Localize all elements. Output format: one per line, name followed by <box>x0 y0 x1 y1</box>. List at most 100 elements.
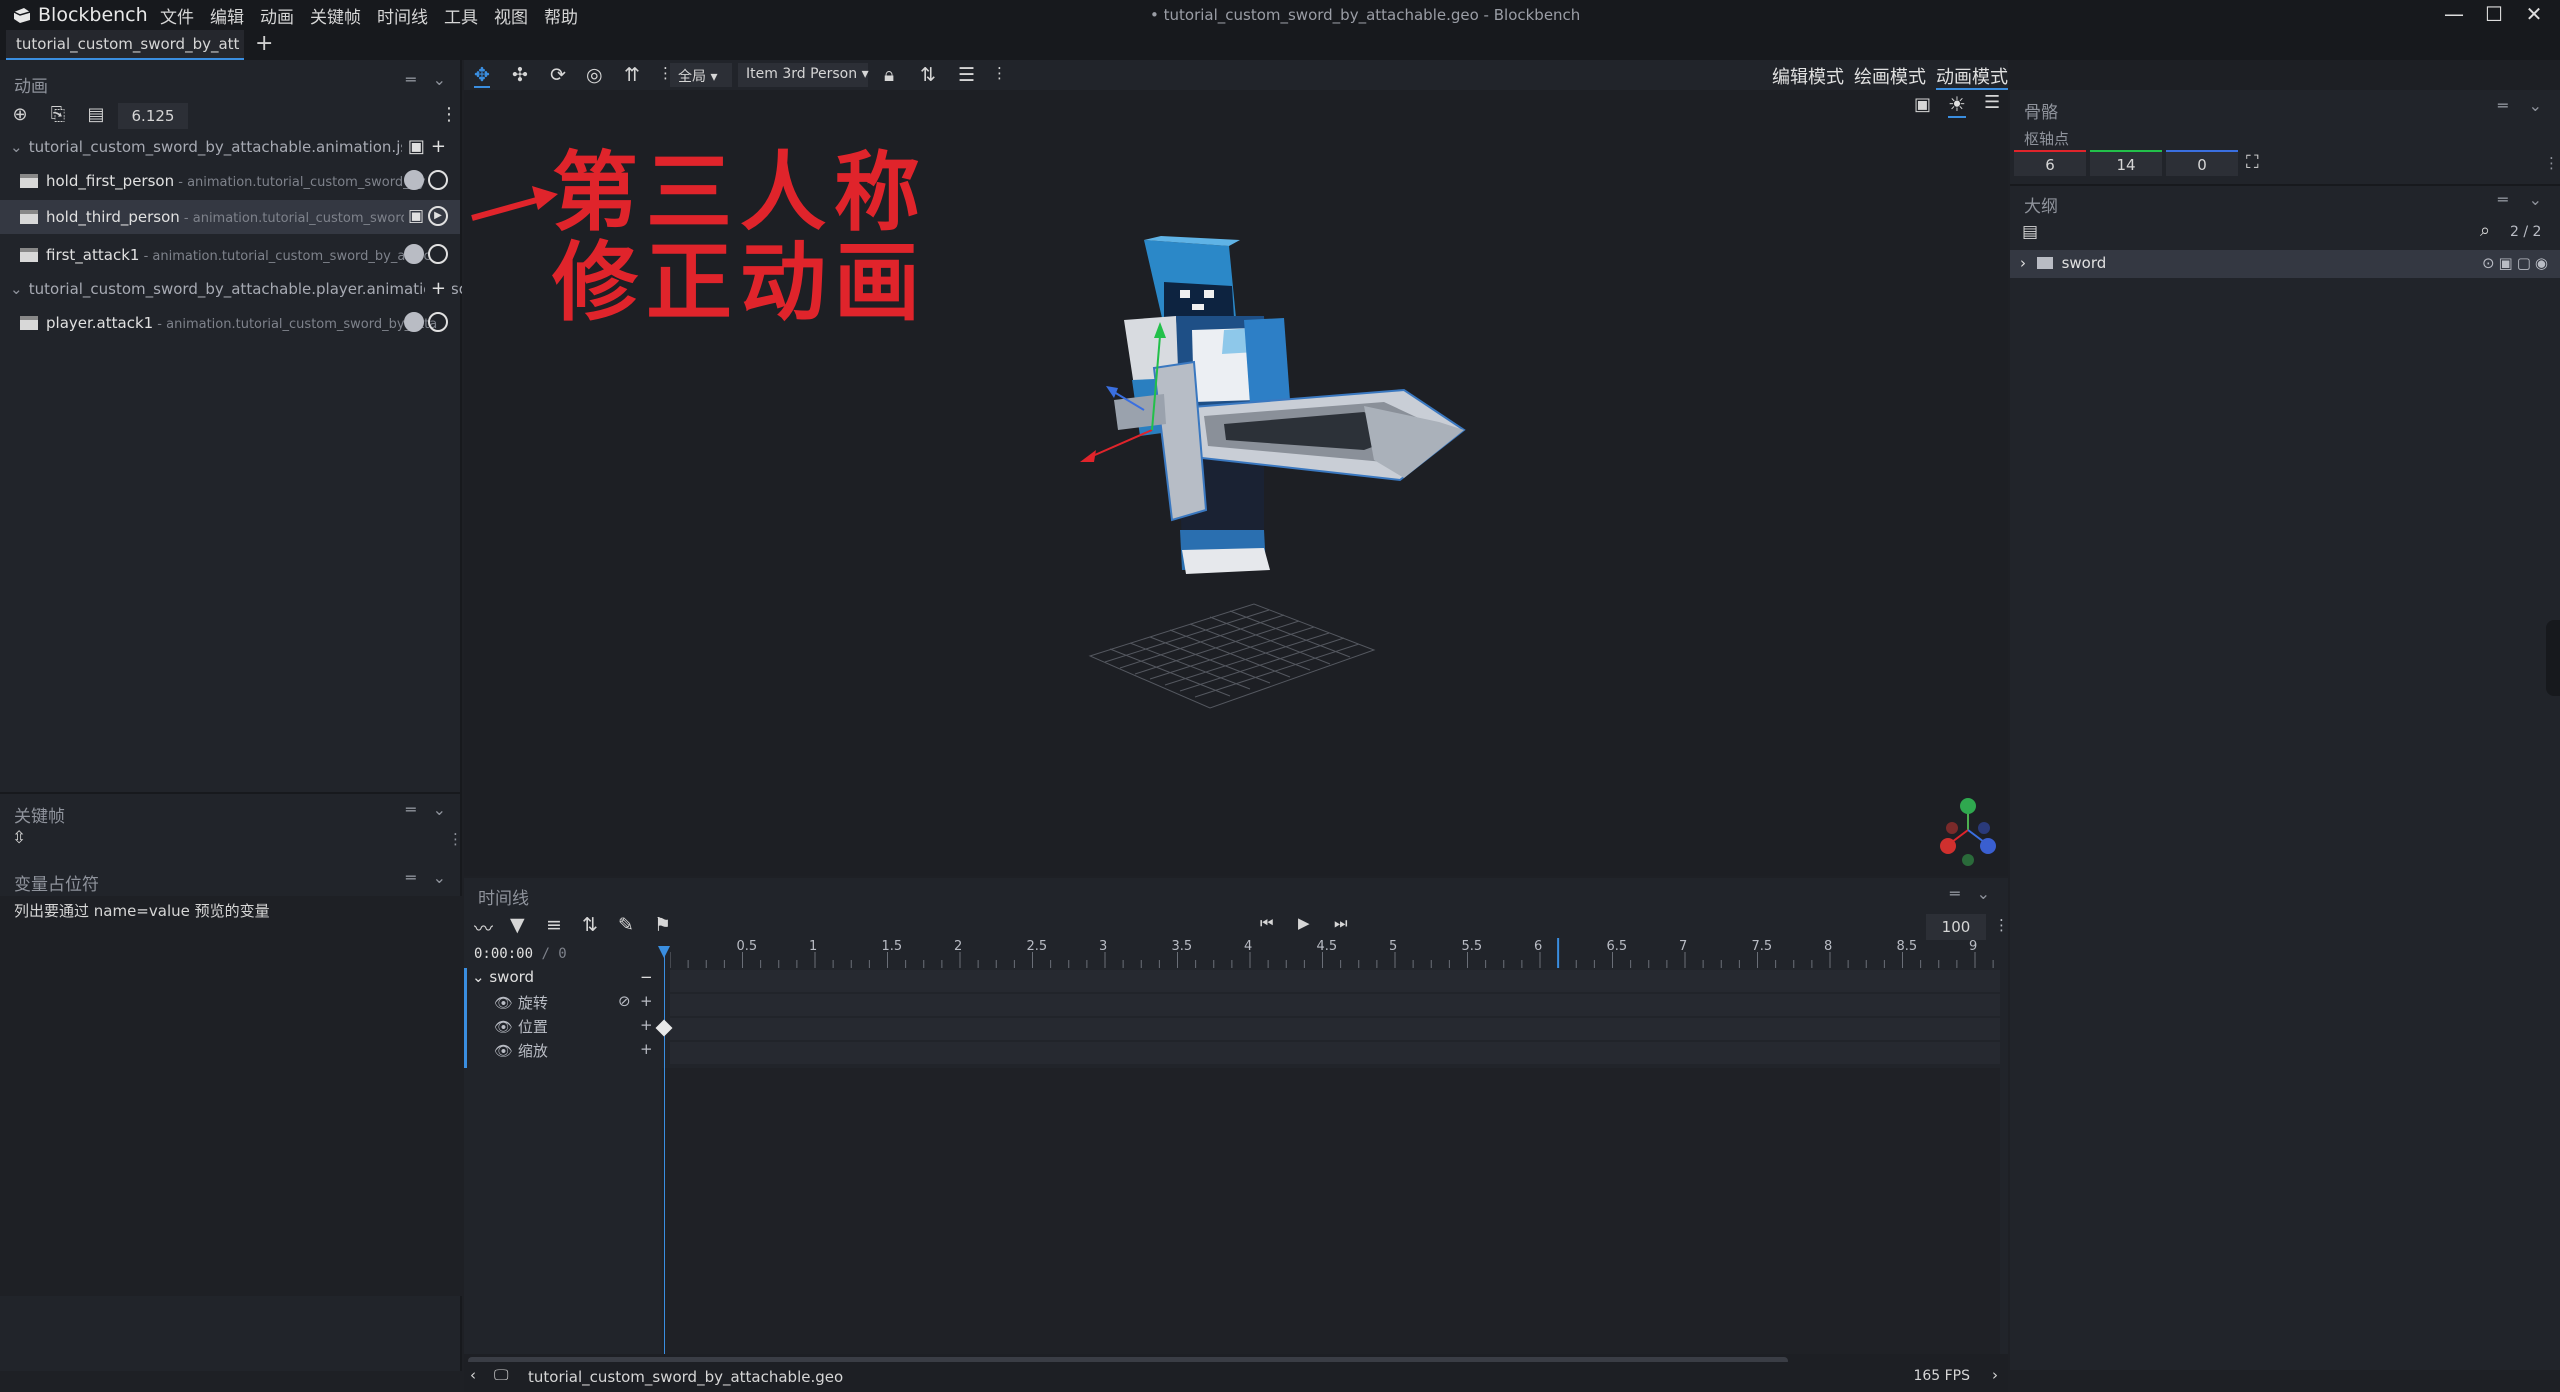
animation-id: - animation.tutorial_custom_sword_by_att… <box>153 317 438 332</box>
load-file-icon[interactable]: ▤ <box>84 104 108 128</box>
minimize-icon[interactable]: — <box>2434 2 2474 28</box>
check-circle-icon[interactable] <box>404 244 424 264</box>
search-icon[interactable]: ⌕ <box>2480 220 2490 241</box>
play-circle-icon[interactable] <box>428 312 448 332</box>
animation-item-selected[interactable]: hold_third_person - animation.tutorial_c… <box>0 200 460 234</box>
channel-row-scale[interactable]: 👁︎ 缩放 + <box>464 1040 658 1064</box>
playhead[interactable] <box>664 954 665 1359</box>
ruler-tick-label: 4 <box>1244 939 1252 954</box>
new-tab-button[interactable]: + <box>255 31 273 56</box>
chevron-right-icon[interactable]: › <box>2020 254 2026 272</box>
timeline-ruler[interactable]: 0.5 1 1.5 2 2.5 3 3.5 4 4.5 5 5.5 6 6.5 7 7.5 8 8.5 9 <box>669 938 2008 968</box>
menu-tools[interactable]: 工具 <box>444 3 478 28</box>
variables-textarea[interactable] <box>0 896 462 1296</box>
panel-controls-icon[interactable]: ═ ⌄ <box>406 868 452 887</box>
panel-controls-icon[interactable]: ═ ⌄ <box>2498 190 2550 209</box>
add-icon[interactable]: + <box>431 136 452 157</box>
add-keyframe-icon[interactable]: + <box>640 1016 653 1034</box>
mute-icon[interactable]: ⊘ <box>618 992 631 1010</box>
tab-project[interactable]: tutorial_custom_sword_by_att ● <box>6 30 244 60</box>
visibility-icon[interactable]: ⊙▣▢◉ <box>2482 254 2552 272</box>
viewport[interactable]: ✥ ✣ ⟳ ◎ ⇈ ⋮ 全局 ▾ Item 3rd Person ▾ 🔒︎ ⇅ … <box>464 60 2008 876</box>
track-lane-rotation[interactable] <box>670 994 2000 1016</box>
check-circle-icon[interactable] <box>404 170 424 190</box>
track-lane-bone[interactable] <box>670 970 2000 992</box>
animation-file-row[interactable]: ⌄ tutorial_custom_sword_by_attachable.pl… <box>0 274 462 306</box>
panel-controls-icon[interactable]: ═ ⌄ <box>2498 96 2550 115</box>
menu-help[interactable]: 帮助 <box>544 3 578 28</box>
timeline-body[interactable] <box>662 1068 2000 1358</box>
track-lane-position[interactable] <box>670 1018 2000 1040</box>
chevron-left-icon[interactable]: ‹ <box>470 1366 476 1384</box>
ruler-tick-label: 6 <box>1534 939 1542 954</box>
ruler-tick-label: 9 <box>1969 939 1977 954</box>
check-circle-icon[interactable] <box>404 312 424 332</box>
channels-icon[interactable]: ≡ <box>546 914 562 936</box>
pivot-x-input[interactable]: 6 <box>2014 150 2086 176</box>
menu-keyframe[interactable]: 关键帧 <box>310 3 361 28</box>
menu-file[interactable]: 文件 <box>160 3 194 28</box>
chevron-right-icon[interactable]: › <box>1992 1366 1998 1384</box>
animation-item[interactable]: player.attack1 - animation.tutorial_cust… <box>0 306 460 340</box>
panel-controls-icon[interactable]: ═ ⌄ <box>406 800 452 819</box>
pencil-icon[interactable]: ✎ <box>618 914 634 936</box>
sidebar-handle[interactable] <box>2546 620 2560 696</box>
center-pivot-icon[interactable]: ⛶ <box>2246 152 2259 173</box>
chevron-down-icon[interactable]: ⌄ <box>10 138 24 156</box>
animation-time-input[interactable]: 6.125 <box>118 103 188 129</box>
chevron-down-icon[interactable]: ⌄ <box>472 968 485 986</box>
graph-editor-icon[interactable]: 〰 <box>474 914 493 941</box>
collapse-icon[interactable]: − <box>640 968 653 986</box>
channel-row-position[interactable]: 👁︎ 位置 + <box>464 1016 658 1040</box>
track-lane-scale[interactable] <box>670 1042 2000 1064</box>
menu-view[interactable]: 视图 <box>494 3 528 28</box>
add-icon[interactable]: + <box>431 278 452 299</box>
import-animation-icon[interactable]: ⎘ <box>46 104 70 128</box>
add-keyframe-icon[interactable]: + <box>640 992 653 1010</box>
eye-icon[interactable]: 👁︎ <box>494 1042 513 1060</box>
add-group-icon[interactable]: ▤ <box>2022 222 2038 242</box>
flag-icon[interactable]: ⚑ <box>654 914 671 936</box>
animation-item[interactable]: first_attack1 - animation.tutorial_custo… <box>0 238 460 272</box>
skip-back-icon[interactable]: ⏮ <box>1260 914 1274 932</box>
panel-controls-icon[interactable]: ═ ⌄ <box>406 70 452 89</box>
bone-row-sword[interactable]: ⌄ sword − <box>464 968 658 992</box>
add-animation-icon[interactable]: ⊕ <box>8 104 32 128</box>
play-circle-icon[interactable]: ▶ <box>428 206 448 226</box>
eye-icon[interactable]: 👁︎ <box>494 1018 513 1036</box>
more-icon[interactable]: ⋮ <box>448 830 463 848</box>
outline-item-sword[interactable]: › sword ⊙▣▢◉ <box>2010 250 2560 278</box>
ruler-tick-label: 8.5 <box>1897 939 1918 954</box>
animation-item[interactable]: hold_first_person - animation.tutorial_c… <box>0 164 460 198</box>
play-icon[interactable]: ▶ <box>1298 914 1310 932</box>
more-icon[interactable]: ⋮ <box>2544 154 2559 172</box>
close-icon[interactable]: ✕ <box>2514 2 2554 28</box>
axis-orientation-widget[interactable] <box>1940 798 1996 866</box>
playhead-handle-icon[interactable] <box>658 946 670 958</box>
annotation-text: 第三人称 修正动画 <box>552 148 928 328</box>
channel-row-rotation[interactable]: 👁︎ 旋转 ⊘ + <box>464 992 658 1016</box>
menu-timeline[interactable]: 时间线 <box>377 3 428 28</box>
more-icon[interactable]: ⋮ <box>1994 916 2009 934</box>
play-circle-icon[interactable] <box>428 244 448 264</box>
keyframe-sort-icon[interactable]: ⇳ <box>12 828 26 848</box>
timeline-zoom-input[interactable]: 100 <box>1926 914 1986 940</box>
pivot-y-input[interactable]: 14 <box>2090 150 2162 176</box>
play-circle-icon[interactable] <box>428 170 448 190</box>
animation-file-row[interactable]: ⌄ tutorial_custom_sword_by_attachable.an… <box>0 132 462 164</box>
save-icon[interactable]: ▣ <box>408 136 431 157</box>
filter-icon[interactable]: ▼ <box>510 914 525 936</box>
skip-forward-icon[interactable]: ⏭ <box>1334 914 1348 932</box>
menu-edit[interactable]: 编辑 <box>210 3 244 28</box>
more-icon[interactable]: ⋮ <box>440 104 458 128</box>
panel-controls-icon[interactable]: ═ ⌄ <box>1950 884 1996 903</box>
eye-icon[interactable]: 👁︎ <box>494 994 513 1012</box>
sort-icon[interactable]: ⇅ <box>582 914 598 936</box>
menu-animation[interactable]: 动画 <box>260 3 294 28</box>
chevron-down-icon[interactable]: ⌄ <box>10 280 24 298</box>
maximize-icon[interactable]: ☐ <box>2474 2 2514 28</box>
save-icon[interactable]: ▣ <box>408 206 424 226</box>
pivot-z-input[interactable]: 0 <box>2166 150 2238 176</box>
channel-label: 位置 <box>517 1018 548 1036</box>
add-keyframe-icon[interactable]: + <box>640 1040 653 1058</box>
